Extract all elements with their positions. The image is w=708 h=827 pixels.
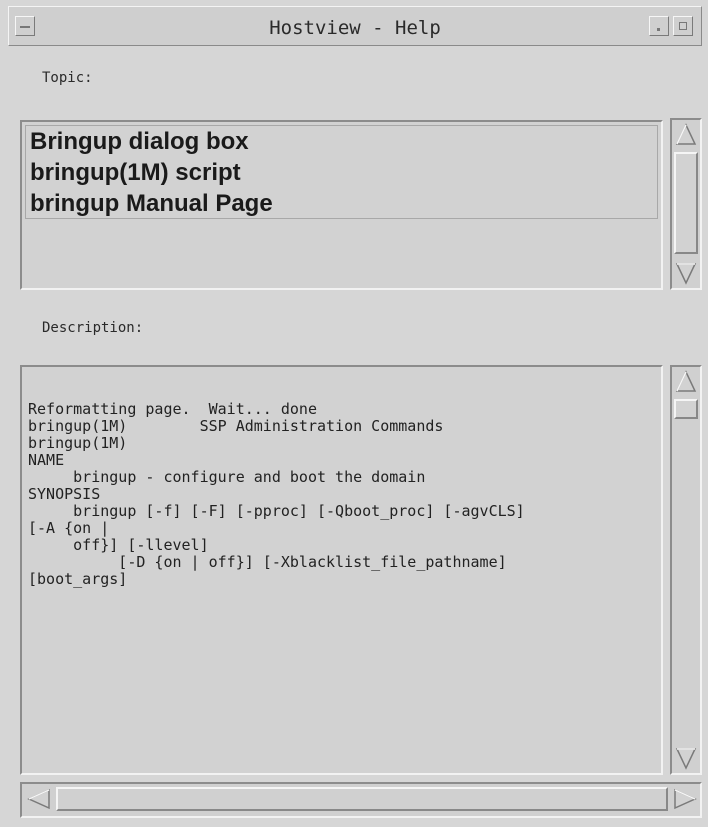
description-line: bringup(1M) SSP Administration Commands (28, 417, 444, 435)
topic-item-dialog-box[interactable]: Bringup dialog box (26, 126, 657, 157)
maximize-icon[interactable] (673, 16, 693, 36)
window-title: Hostview - Help (269, 17, 441, 39)
horizontal-scrollbar[interactable] (20, 782, 702, 818)
topic-scrollbar[interactable] (670, 118, 702, 290)
horizontal-scroll-thumb[interactable] (56, 787, 668, 811)
scroll-left-arrow-icon[interactable] (26, 787, 52, 811)
description-line: bringup(1M) (28, 434, 128, 452)
description-line: NAME (28, 451, 65, 469)
description-text-area[interactable]: Reformatting page. Wait... done bringup(1… (20, 365, 663, 775)
description-scrollbar[interactable] (670, 365, 702, 775)
description-text: Reformatting page. Wait... done bringup(1… (28, 367, 657, 622)
minimize-icon[interactable] (649, 16, 669, 36)
description-scroll-thumb[interactable] (674, 399, 698, 419)
topic-list-items: Bringup dialog box bringup(1M) script br… (25, 125, 658, 219)
description-line: Reformatting page. Wait... done (28, 400, 317, 418)
scroll-down-arrow-icon[interactable] (675, 260, 697, 286)
topic-label: Topic: (42, 70, 93, 86)
description-line: [boot_args] (28, 570, 128, 588)
description-line: bringup - configure and boot the domain (28, 468, 426, 486)
description-line: off}] [-llevel] (28, 536, 209, 554)
description-line: [-A {on | (28, 519, 110, 537)
description-label: Description: (42, 320, 144, 336)
scroll-up-arrow-icon[interactable] (675, 369, 697, 395)
topic-item-manual-page[interactable]: bringup Manual Page (26, 188, 657, 219)
topic-list[interactable]: Bringup dialog box bringup(1M) script br… (20, 120, 663, 290)
topic-scroll-thumb[interactable] (674, 152, 698, 254)
scroll-up-arrow-icon[interactable] (675, 122, 697, 148)
description-line: [-D {on | off}] [-Xblacklist_file_pathna… (28, 553, 507, 571)
help-window: Hostview - Help Topic: Bringup dialog bo… (0, 0, 708, 827)
title-bar[interactable]: Hostview - Help (8, 6, 702, 46)
description-line: SYNOPSIS (28, 485, 101, 503)
scroll-right-arrow-icon[interactable] (672, 787, 698, 811)
description-line: bringup [-f] [-F] [-pproc] [-Qboot_proc]… (28, 502, 525, 520)
scroll-down-arrow-icon[interactable] (675, 745, 697, 771)
topic-item-script[interactable]: bringup(1M) script (26, 157, 657, 188)
